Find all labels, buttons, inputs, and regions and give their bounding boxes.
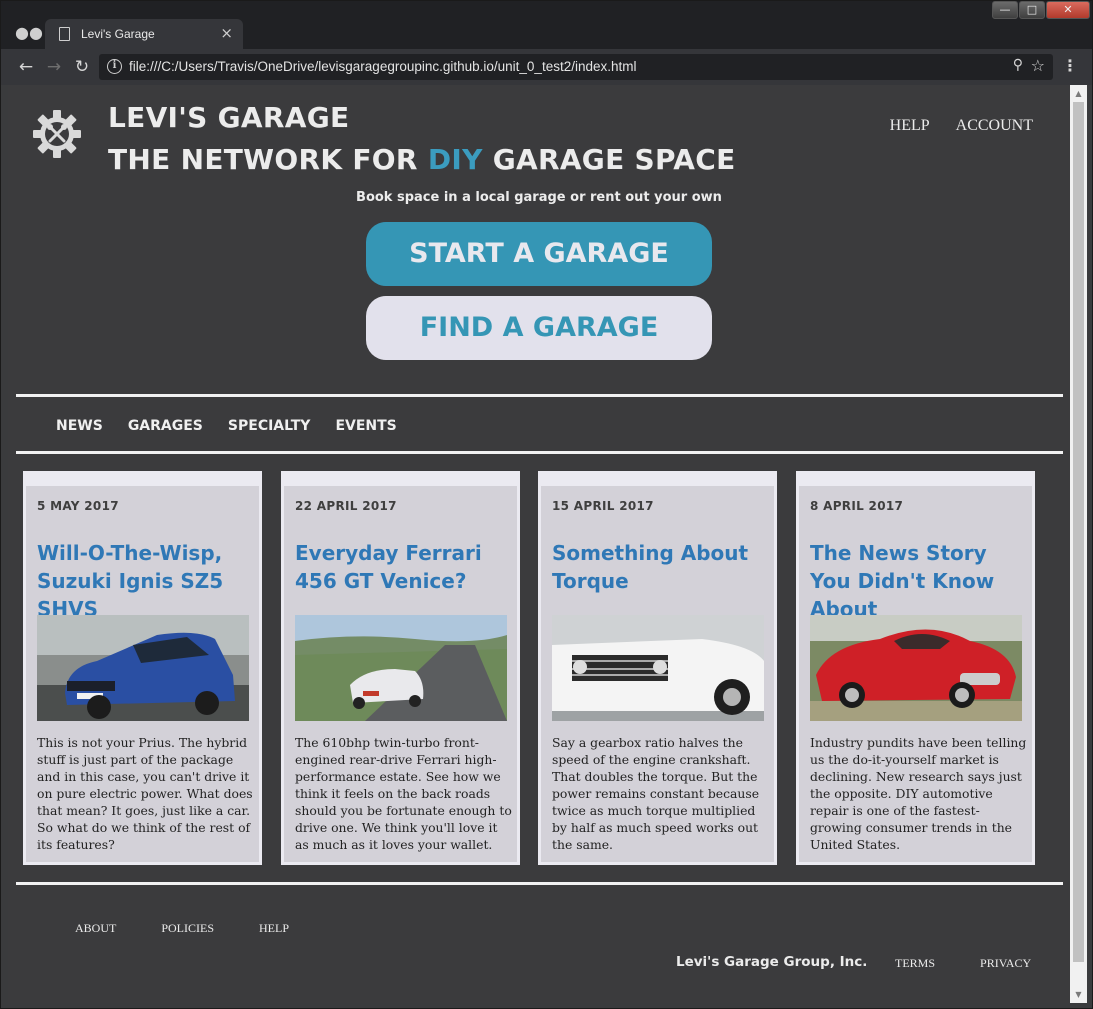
hero-tagline: Book space in a local garage or rent out… — [356, 190, 722, 205]
minimize-button[interactable]: — — [992, 1, 1018, 19]
terms-link[interactable]: TERMS — [895, 956, 935, 971]
nav-help-link[interactable]: HELP — [890, 117, 930, 135]
browser-window: ●● Levi's Garage × — □ ✕ ← → ↻ i file://… — [0, 0, 1093, 1009]
category-specialty-link[interactable]: SPECIALTY — [228, 418, 311, 434]
article-title-link[interactable]: Everyday Ferrari 456 GT Venice? — [295, 539, 515, 595]
article-title-link[interactable]: Something About Torque — [552, 539, 772, 595]
white-classic-car-image[interactable] — [552, 615, 764, 721]
blue-suzuki-ignis-image[interactable] — [37, 615, 249, 721]
forward-icon[interactable]: → — [43, 56, 65, 78]
category-garages-link[interactable]: GARAGES — [128, 418, 203, 434]
article-card[interactable]: 22 APRIL 2017 Everyday Ferrari 456 GT Ve… — [281, 471, 520, 865]
article-grid: 5 MAY 2017 Will-O-The-Wisp, Suzuki Ignis… — [23, 471, 1063, 865]
brand-line-2: THE NETWORK FOR DIY GARAGE SPACE — [108, 139, 736, 181]
divider — [16, 882, 1063, 885]
close-icon[interactable]: × — [220, 24, 233, 42]
zoom-icon[interactable]: ⚲ — [1013, 57, 1023, 73]
reload-icon[interactable]: ↻ — [71, 56, 93, 78]
scroll-thumb[interactable] — [1073, 102, 1084, 962]
page-icon — [59, 27, 70, 41]
footer-policies-link[interactable]: POLICIES — [161, 921, 214, 936]
maximize-button[interactable]: □ — [1019, 1, 1045, 19]
divider — [16, 451, 1063, 454]
top-nav: HELP ACCOUNT — [890, 117, 1033, 135]
find-garage-button[interactable]: FIND A GARAGE — [366, 296, 712, 360]
nav-account-link[interactable]: ACCOUNT — [956, 117, 1033, 135]
article-excerpt: The 610bhp twin-turbo front-engined rear… — [295, 735, 512, 852]
article-card[interactable]: 5 MAY 2017 Will-O-The-Wisp, Suzuki Ignis… — [23, 471, 262, 865]
browser-tab[interactable]: Levi's Garage × — [45, 19, 243, 49]
gear-wrench-logo-icon — [33, 110, 81, 158]
back-icon[interactable]: ← — [15, 56, 37, 78]
article-date: 8 APRIL 2017 — [810, 499, 904, 513]
url-text[interactable]: file:///C:/Users/Travis/OneDrive/levisga… — [129, 59, 637, 74]
article-date: 5 MAY 2017 — [37, 499, 119, 513]
brand-line-1: LEVI'S GARAGE — [108, 101, 350, 134]
article-card[interactable]: 8 APRIL 2017 The News Story You Didn't K… — [796, 471, 1035, 865]
footer-help-link[interactable]: HELP — [259, 921, 289, 936]
brand-line-2-accent: DIY — [427, 143, 483, 176]
brand-line-2-suffix: GARAGE SPACE — [482, 143, 736, 176]
divider — [16, 394, 1063, 397]
article-excerpt: Industry pundits have been telling us th… — [810, 735, 1027, 852]
category-nav: NEWS GARAGES SPECIALTY EVENTS — [56, 418, 397, 434]
brand-line-2-prefix: THE NETWORK FOR — [108, 143, 428, 176]
site-title: LEVI'S GARAGE THE NETWORK FOR DIY GARAGE… — [108, 97, 736, 181]
copyright-text: Levi's Garage Group, Inc. — [676, 954, 868, 970]
browser-toolbar: ← → ↻ i file:///C:/Users/Travis/OneDrive… — [1, 49, 1092, 85]
category-events-link[interactable]: EVENTS — [335, 418, 396, 434]
menu-icon[interactable]: ⋮ — [1062, 56, 1078, 75]
article-excerpt: This is not your Prius. The hybrid stuff… — [37, 735, 253, 852]
legal-nav: TERMS PRIVACY — [895, 956, 1031, 971]
article-excerpt: Say a gearbox ratio halves the speed of … — [552, 735, 760, 852]
title-bar: ●● Levi's Garage × — □ ✕ — [1, 1, 1092, 49]
incognito-icon: ●● — [15, 23, 43, 42]
footer-about-link[interactable]: ABOUT — [75, 921, 116, 936]
privacy-link[interactable]: PRIVACY — [980, 956, 1031, 971]
white-ferrari-road-image[interactable] — [295, 615, 507, 721]
footer-nav: ABOUT POLICIES HELP — [75, 921, 289, 936]
window-controls: — □ ✕ — [991, 1, 1090, 21]
page-viewport: LEVI'S GARAGE THE NETWORK FOR DIY GARAGE… — [8, 85, 1070, 1003]
article-card[interactable]: 15 APRIL 2017 Something About Torque Say… — [538, 471, 777, 865]
start-garage-button[interactable]: START A GARAGE — [366, 222, 712, 286]
article-date: 15 APRIL 2017 — [552, 499, 654, 513]
scroll-down-icon[interactable]: ▼ — [1070, 986, 1087, 1003]
vertical-scrollbar[interactable]: ▲ ▼ — [1070, 85, 1087, 1003]
window-close-button[interactable]: ✕ — [1046, 1, 1090, 19]
info-icon[interactable]: i — [107, 59, 122, 74]
red-sports-car-image[interactable] — [810, 615, 1022, 721]
tab-title: Levi's Garage — [81, 27, 155, 41]
category-news-link[interactable]: NEWS — [56, 418, 103, 434]
article-title-link[interactable]: The News Story You Didn't Know About — [810, 539, 1030, 623]
article-title-link[interactable]: Will-O-The-Wisp, Suzuki Ignis SZ5 SHVS — [37, 539, 257, 623]
article-date: 22 APRIL 2017 — [295, 499, 397, 513]
address-bar[interactable]: i file:///C:/Users/Travis/OneDrive/levis… — [99, 54, 1053, 80]
star-icon[interactable]: ☆ — [1031, 56, 1045, 75]
scroll-up-icon[interactable]: ▲ — [1070, 85, 1087, 102]
